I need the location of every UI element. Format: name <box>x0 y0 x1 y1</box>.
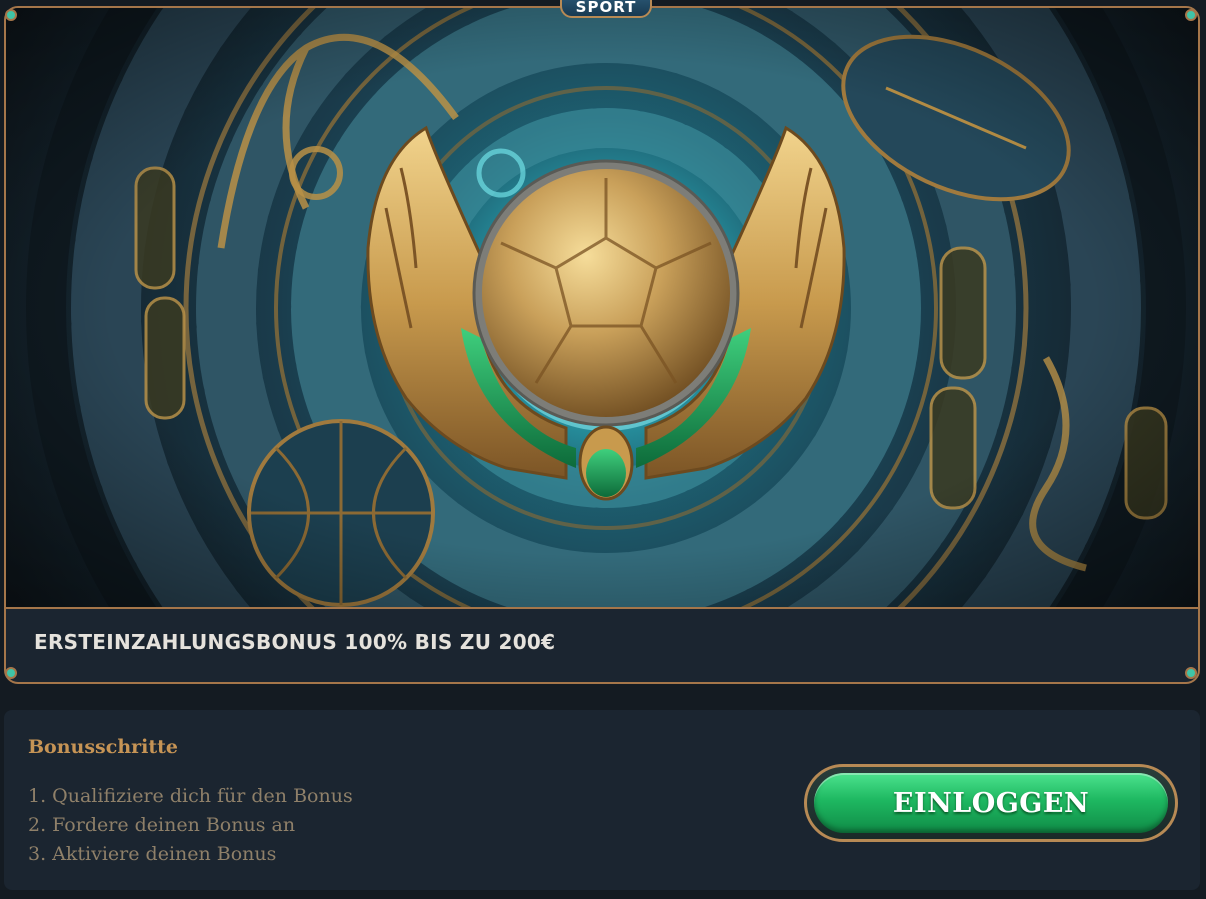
corner-ornament <box>5 9 17 21</box>
bonus-steps-heading: Bonusschritte <box>28 736 179 758</box>
promo-card[interactable]: ERSTEINZAHLUNGSBONUS 100% BIS ZU 200€ <box>4 6 1200 684</box>
promo-hero-image <box>6 8 1198 609</box>
corner-ornament <box>1185 9 1197 21</box>
bonus-step: 2. Fordere deinen Bonus an <box>28 814 296 836</box>
bonus-step: 1. Qualifiziere dich für den Bonus <box>28 785 353 807</box>
category-tag-sport: SPORT <box>560 0 652 18</box>
bonus-step: 3. Aktiviere deinen Bonus <box>28 843 277 865</box>
egyptian-stone-wheel-artwork <box>6 8 1198 607</box>
login-button-label[interactable]: EINLOGGEN <box>814 773 1168 833</box>
promo-title: ERSTEINZAHLUNGSBONUS 100% BIS ZU 200€ <box>34 630 556 654</box>
corner-ornament <box>1185 667 1197 679</box>
corner-ornament <box>5 667 17 679</box>
login-button[interactable]: EINLOGGEN <box>804 764 1178 842</box>
bonus-steps-panel: Bonusschritte 1. Qualifiziere dich für d… <box>4 710 1200 890</box>
